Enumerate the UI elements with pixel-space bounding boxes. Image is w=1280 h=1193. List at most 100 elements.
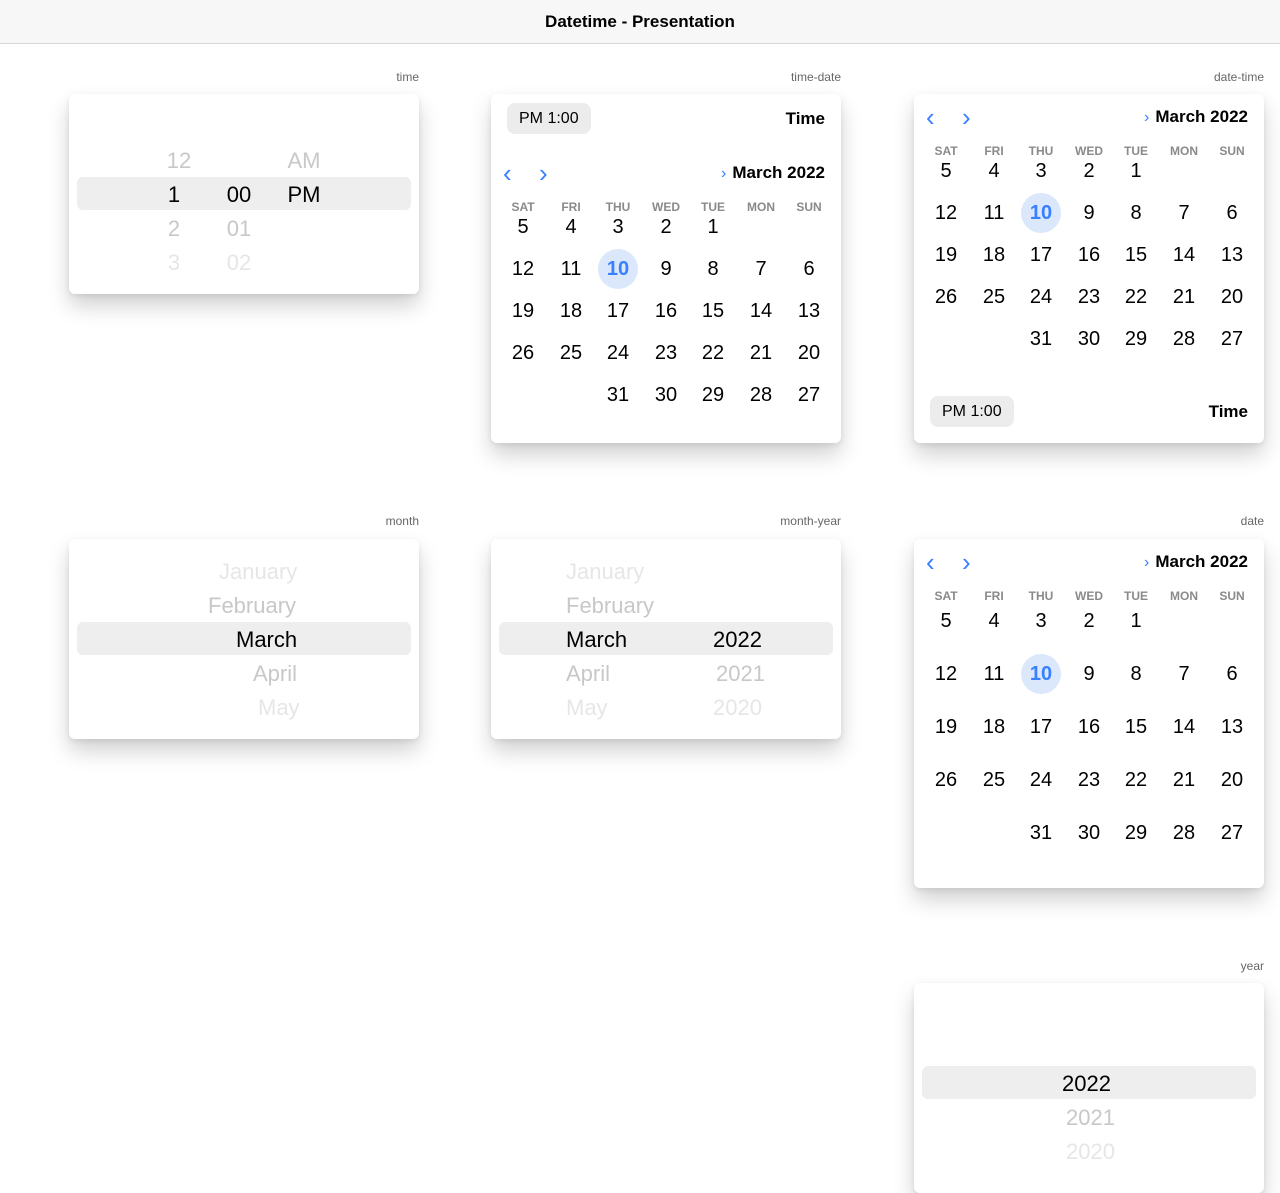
calendar-day[interactable]: 8 (693, 249, 733, 289)
calendar-day[interactable]: 5 (926, 151, 966, 191)
calendar-day[interactable]: 8 (1116, 654, 1156, 694)
calendar-day[interactable]: 3 (1021, 601, 1061, 641)
hour-option[interactable]: 12 (159, 144, 199, 178)
calendar-day[interactable]: 28 (1164, 319, 1204, 359)
calendar-day[interactable]: 31 (598, 375, 638, 415)
calendar-day[interactable]: 23 (1069, 760, 1109, 800)
calendar-day[interactable]: 29 (1116, 813, 1156, 853)
calendar-day[interactable]: 15 (1116, 707, 1156, 747)
calendar-day[interactable]: 19 (926, 707, 966, 747)
calendar-day[interactable]: 21 (1164, 760, 1204, 800)
calendar-day[interactable]: 16 (1069, 707, 1109, 747)
month-year-button[interactable]: › March 2022 (1144, 547, 1248, 578)
calendar-day[interactable]: 31 (1021, 813, 1061, 853)
month-option[interactable]: February (566, 589, 654, 623)
calendar-day[interactable]: 21 (741, 333, 781, 373)
calendar-day[interactable]: 2 (646, 207, 686, 247)
calendar-day[interactable]: 5 (503, 207, 543, 247)
month-option[interactable]: February (208, 589, 296, 623)
month-column[interactable]: January February March April May (69, 539, 419, 739)
calendar-day[interactable]: 28 (1164, 813, 1204, 853)
calendar-day[interactable]: 5 (926, 601, 966, 641)
month-year-button[interactable]: › March 2022 (1144, 102, 1248, 133)
calendar-day[interactable]: 7 (741, 249, 781, 289)
calendar-day[interactable]: 19 (503, 291, 543, 331)
calendar-day-today[interactable]: 10 (1021, 193, 1061, 233)
calendar-day[interactable]: 1 (1116, 151, 1156, 191)
year-option[interactable]: 2020 (1066, 1135, 1115, 1169)
chevron-left-icon[interactable]: ‹ (503, 158, 512, 188)
year-picker[interactable]: 2022 2021 2020 (914, 983, 1264, 1193)
calendar-day[interactable]: 7 (1164, 654, 1204, 694)
calendar-day[interactable]: 23 (1069, 277, 1109, 317)
year-option-selected[interactable]: 2022 (1062, 1067, 1111, 1101)
calendar-day[interactable]: 22 (1116, 760, 1156, 800)
month-option[interactable]: January (566, 555, 644, 589)
calendar-day[interactable]: 21 (1164, 277, 1204, 317)
calendar-day[interactable]: 6 (1212, 654, 1252, 694)
month-column[interactable]: January February March April May (566, 539, 706, 739)
calendar-day[interactable]: 11 (974, 193, 1014, 233)
calendar-day[interactable]: 12 (926, 654, 966, 694)
month-option[interactable]: April (253, 657, 297, 691)
chevron-left-icon[interactable]: ‹ (926, 102, 935, 132)
calendar-day[interactable]: 8 (1116, 193, 1156, 233)
calendar-day[interactable]: 29 (1116, 319, 1156, 359)
calendar-day[interactable]: 17 (1021, 235, 1061, 275)
calendar-day[interactable]: 16 (1069, 235, 1109, 275)
month-option[interactable]: May (566, 691, 608, 725)
calendar-day[interactable]: 1 (693, 207, 733, 247)
calendar-day[interactable]: 30 (646, 375, 686, 415)
calendar-day[interactable]: 25 (551, 333, 591, 373)
calendar-day[interactable]: 3 (598, 207, 638, 247)
hour-option[interactable]: 2 (159, 212, 189, 246)
date-picker[interactable]: ‹ › › March 2022 SAT FRI THU WED TUE MON SUN 5 4 3 2 1 1… (914, 539, 1264, 888)
month-option[interactable]: May (258, 691, 300, 725)
calendar-day[interactable]: 14 (1164, 707, 1204, 747)
calendar-day[interactable]: 11 (551, 249, 591, 289)
minute-option[interactable]: 01 (219, 212, 259, 246)
year-option[interactable]: 2021 (716, 657, 765, 691)
time-button[interactable]: PM 1:00 (930, 396, 1014, 427)
calendar-day[interactable]: 20 (789, 333, 829, 373)
calendar-day[interactable]: 24 (1021, 277, 1061, 317)
calendar-day[interactable]: 24 (598, 333, 638, 373)
calendar-day[interactable]: 15 (693, 291, 733, 331)
calendar-day[interactable]: 9 (646, 249, 686, 289)
calendar-day[interactable]: 27 (1212, 319, 1252, 359)
month-option-selected[interactable]: March (236, 623, 297, 657)
calendar-day[interactable]: 17 (1021, 707, 1061, 747)
calendar-day[interactable]: 26 (926, 277, 966, 317)
calendar-day[interactable]: 16 (646, 291, 686, 331)
month-option[interactable]: April (566, 657, 610, 691)
month-option[interactable]: January (219, 555, 297, 589)
year-option[interactable]: 2021 (1066, 1101, 1115, 1135)
month-year-picker[interactable]: January February March April May 2022 20… (491, 539, 841, 739)
calendar-day[interactable]: 13 (1212, 707, 1252, 747)
ampm-option[interactable]: AM (279, 144, 329, 178)
calendar-day[interactable]: 1 (1116, 601, 1156, 641)
calendar-day[interactable]: 23 (646, 333, 686, 373)
calendar-day[interactable]: 30 (1069, 319, 1109, 359)
calendar-day[interactable]: 9 (1069, 193, 1109, 233)
calendar-day-today[interactable]: 10 (1021, 654, 1061, 694)
calendar-day[interactable]: 25 (974, 760, 1014, 800)
calendar-day[interactable]: 18 (551, 291, 591, 331)
calendar-day[interactable]: 12 (503, 249, 543, 289)
hour-column[interactable]: 12 1 2 3 (159, 94, 199, 294)
chevron-right-icon[interactable]: › (539, 158, 548, 188)
calendar-day[interactable]: 17 (598, 291, 638, 331)
calendar-day[interactable]: 6 (789, 249, 829, 289)
calendar-day[interactable]: 14 (1164, 235, 1204, 275)
calendar-day[interactable]: 22 (693, 333, 733, 373)
calendar-day[interactable]: 14 (741, 291, 781, 331)
minute-column[interactable]: 00 01 02 (219, 94, 259, 294)
chevron-left-icon[interactable]: ‹ (926, 547, 935, 577)
calendar-day[interactable]: 20 (1212, 760, 1252, 800)
calendar-day[interactable]: 13 (789, 291, 829, 331)
calendar-day[interactable]: 4 (551, 207, 591, 247)
calendar-day[interactable]: 26 (503, 333, 543, 373)
calendar-day[interactable]: 4 (974, 601, 1014, 641)
calendar-day[interactable]: 28 (741, 375, 781, 415)
calendar-day[interactable]: 27 (789, 375, 829, 415)
